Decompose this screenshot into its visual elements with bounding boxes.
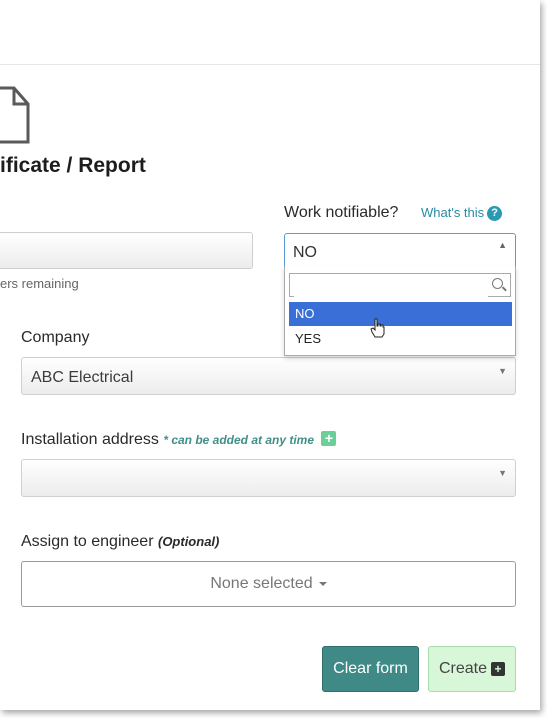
assign-engineer-label: Assign to engineer (Optional): [21, 533, 219, 551]
company-value: ABC Electrical: [31, 369, 134, 386]
hand-cursor-icon: [370, 318, 385, 338]
whats-this-link[interactable]: What's this?: [421, 205, 503, 222]
installation-address-text: Installation address: [21, 431, 159, 448]
caret-up-icon: ▲: [498, 240, 507, 250]
whats-this-text[interactable]: What's this: [421, 205, 484, 220]
name-input[interactable]: [0, 232, 253, 269]
installation-address-hint: * can be added at any time: [163, 433, 315, 447]
company-select[interactable]: ABC Electrical ▼: [21, 357, 516, 395]
top-bar: [0, 0, 540, 65]
create-button-label: Create: [438, 660, 488, 677]
work-notifiable-label: Work notifiable?: [284, 204, 399, 221]
option-no[interactable]: NO: [289, 302, 512, 326]
caret-down-icon: ▼: [498, 468, 507, 478]
work-notifiable-value: NO: [293, 244, 317, 261]
installation-address-label: Installation address * can be added at a…: [21, 431, 337, 449]
assign-engineer-text: Assign to engineer: [21, 533, 154, 550]
installation-address-select[interactable]: ▼: [21, 459, 516, 497]
search-icon: [492, 278, 503, 289]
document-icon: [0, 86, 30, 144]
plus-icon: +: [491, 661, 506, 676]
create-button[interactable]: Create +: [428, 646, 516, 692]
caret-down-icon: [318, 581, 327, 586]
question-icon[interactable]: ?: [487, 206, 503, 222]
assign-engineer-value: None selected: [210, 575, 313, 592]
work-notifiable-select[interactable]: NO ▲: [284, 233, 516, 267]
clear-form-button[interactable]: Clear form: [322, 646, 419, 692]
plus-icon[interactable]: +: [321, 431, 337, 446]
page-title: ificate / Report: [0, 154, 146, 177]
optional-tag: (Optional): [157, 534, 220, 549]
chars-remaining-text: ers remaining: [0, 276, 79, 291]
company-label: Company: [21, 329, 90, 346]
assign-engineer-select[interactable]: None selected: [21, 561, 516, 607]
app-window: ificate / Report ers remaining Work noti…: [0, 0, 540, 710]
caret-down-icon: ▼: [498, 366, 507, 376]
dropdown-search[interactable]: [289, 273, 511, 297]
dropdown-search-input[interactable]: [294, 275, 488, 297]
work-notifiable-dropdown: NO YES: [284, 266, 516, 356]
option-yes[interactable]: YES: [289, 327, 512, 351]
